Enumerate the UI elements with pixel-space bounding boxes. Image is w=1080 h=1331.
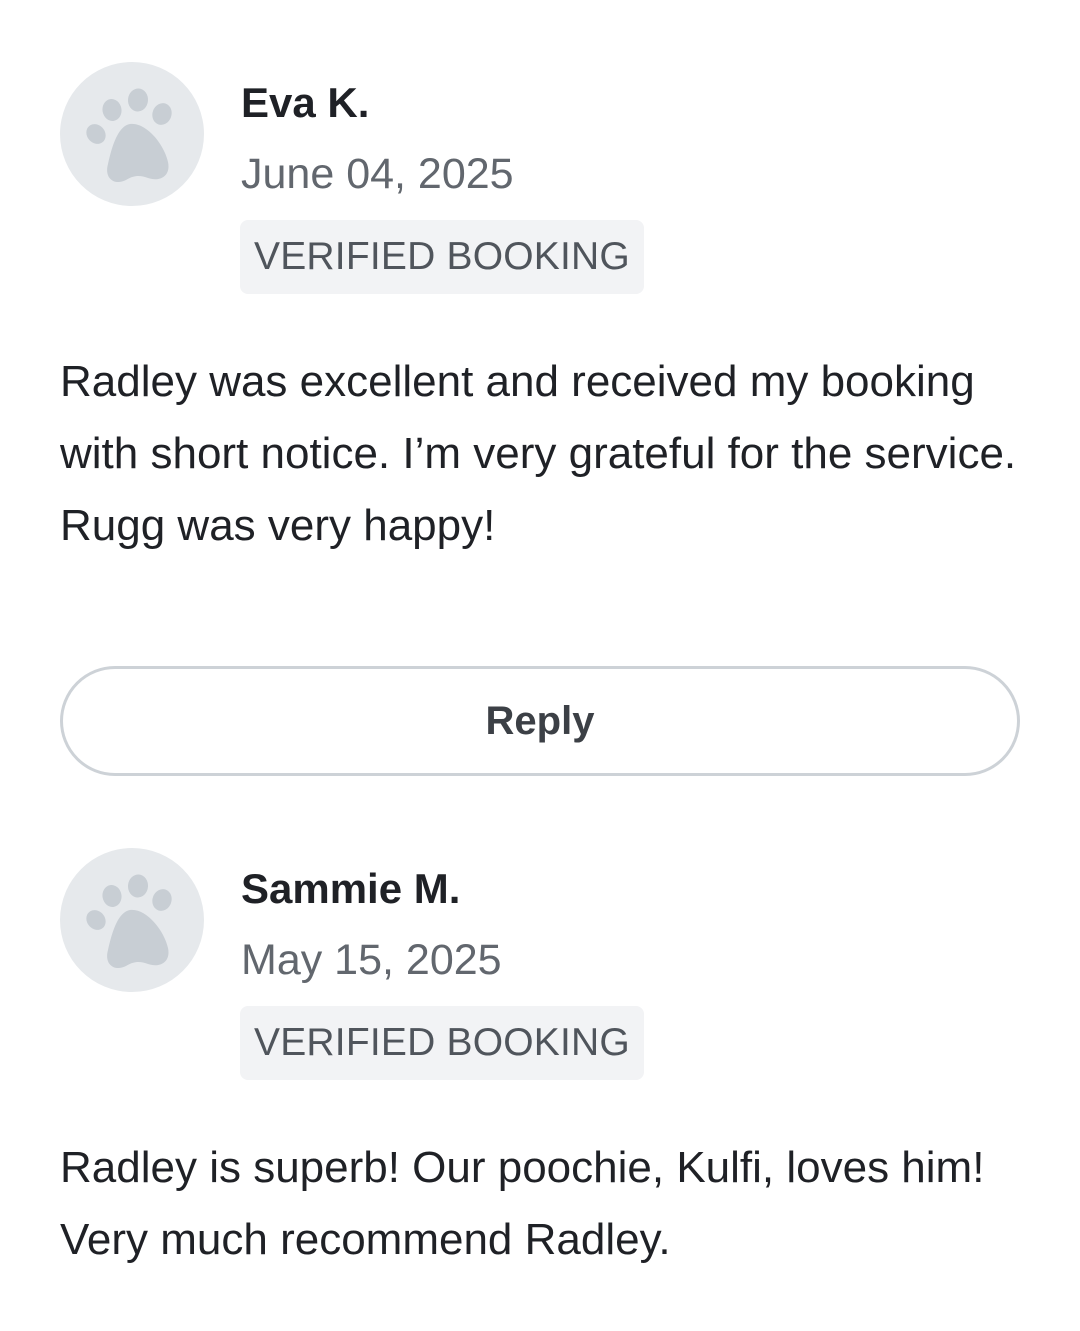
verified-booking-badge: VERIFIED BOOKING [240,1006,644,1080]
review-text: Radley is superb! Our poochie, Kulfi, lo… [60,1143,985,1264]
review-date: June 04, 2025 [241,150,514,198]
review-date: May 15, 2025 [241,936,502,984]
avatar [60,848,204,992]
reply-button[interactable]: Reply [60,666,1020,776]
avatar [60,62,204,206]
review-text: Radley was excellent and received my boo… [60,357,1017,550]
reviewer-name: Sammie M. [241,865,461,912]
paw-icon [86,88,172,183]
paw-icon [86,874,172,969]
verified-booking-badge: VERIFIED BOOKING [240,220,644,294]
reviewer-name: Eva K. [241,79,370,126]
